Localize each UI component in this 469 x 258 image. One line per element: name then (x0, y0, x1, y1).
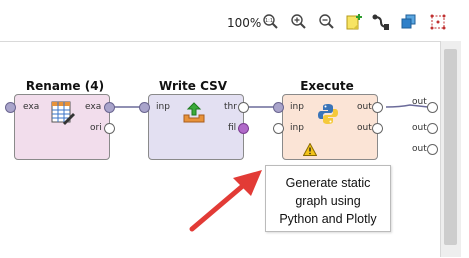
note-line: Python and Plotly (279, 212, 377, 226)
annotation-note[interactable]: Generate static graph using Python and P… (265, 165, 391, 232)
note-line: Generate static (285, 176, 371, 190)
annotation-arrow (189, 170, 262, 232)
annotation-note-text: Generate static graph using Python and P… (270, 174, 386, 228)
note-line: graph using (295, 194, 361, 208)
